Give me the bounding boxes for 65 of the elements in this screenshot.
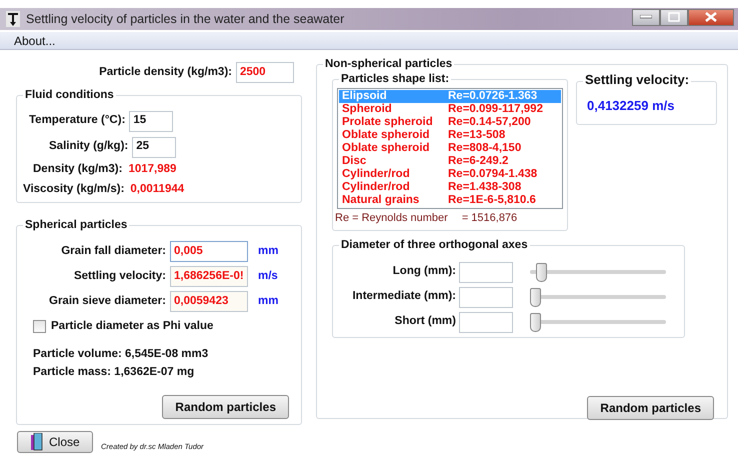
- field-value: 0,0011944: [130, 182, 184, 198]
- maximize-button[interactable]: [660, 8, 688, 26]
- app-icon: [6, 11, 20, 27]
- list-item[interactable]: Cylinder/rod Re=1.438-308: [339, 181, 561, 194]
- close-button[interactable]: Close: [17, 431, 93, 453]
- checkbox-label: Particle diameter as Phi value: [51, 319, 214, 334]
- field-label: Settling velocity:: [72, 268, 166, 284]
- input-field[interactable]: [459, 286, 513, 308]
- unit-label: mm: [258, 294, 278, 309]
- field-label: Short (mm): [394, 314, 456, 330]
- reynolds-value: = 1516,876: [462, 211, 518, 226]
- shape-list[interactable]: [337, 88, 563, 209]
- input-field[interactable]: [459, 312, 513, 332]
- unit-label: m/s: [258, 268, 278, 284]
- unit-label: mm: [258, 244, 278, 259]
- input-field[interactable]: 15: [129, 110, 174, 132]
- slider-thumb[interactable]: [530, 312, 541, 332]
- field-label: Temperature (°C):: [29, 113, 126, 128]
- density-field[interactable]: 2500: [236, 62, 294, 83]
- field-label: Particle density (kg/m3):: [99, 64, 232, 80]
- random-particles-button[interactable]: Random particles: [587, 396, 714, 420]
- list-item[interactable]: Oblate spheroid Re=13-508: [339, 129, 561, 142]
- minimize-button[interactable]: [632, 8, 660, 26]
- group-title: Diameter of three orthogonal axes: [339, 238, 530, 252]
- minimize-icon: [640, 15, 652, 19]
- slider-thumb[interactable]: [536, 262, 548, 282]
- info-text: Particle volume: 6,545E-08 mm3: [33, 347, 210, 362]
- list-item[interactable]: Spheroid Re=0.099-117,992: [339, 103, 561, 116]
- list-item[interactable]: Oblate spheroid Re=808-4,150: [339, 142, 561, 155]
- checkbox[interactable]: [33, 320, 46, 334]
- slider[interactable]: [530, 288, 666, 306]
- field-label: Density (kg/m3):: [33, 162, 122, 178]
- field-label: Viscosity (kg/m/s):: [23, 182, 124, 198]
- window-title: Settling velocity of particles in the water and the seawater: [26, 10, 346, 28]
- maximize-icon: [668, 12, 680, 22]
- field-label: Grain sieve diameter:: [48, 294, 166, 309]
- list-item[interactable]: Elipsoid Re=0.0726-1.363: [339, 90, 561, 103]
- close-button[interactable]: [688, 8, 734, 26]
- info-text: Particle mass: 1,6362E-07 mg: [33, 365, 196, 380]
- slider-thumb[interactable]: [530, 288, 541, 306]
- list-item[interactable]: Cylinder/rod Re=0.0794-1.438: [339, 168, 561, 181]
- group-title: Spherical particles: [23, 218, 130, 232]
- close-icon: [705, 12, 717, 22]
- output-field[interactable]: 0,0059423: [170, 291, 248, 312]
- list-item[interactable]: Prolate spheroid Re=0.14-57,200: [339, 116, 561, 129]
- field-value: 1017,989: [128, 162, 176, 178]
- group-title: Non-spherical particles: [323, 57, 454, 71]
- menu-item[interactable]: About...: [14, 32, 56, 50]
- list-item[interactable]: Natural grains Re=1E-6-5,810.6: [339, 194, 561, 207]
- group-title: Particles shape list:: [339, 72, 452, 86]
- output-field[interactable]: 1,686256E-0!: [170, 266, 248, 287]
- random-particles-button[interactable]: Random particles: [162, 395, 289, 420]
- input-field[interactable]: [459, 262, 513, 282]
- field-label: Grain fall diameter:: [60, 244, 166, 259]
- field-label: Long (mm):: [392, 264, 456, 280]
- input-field[interactable]: 0,005: [170, 241, 248, 262]
- slider[interactable]: [530, 312, 666, 332]
- field-label: Intermediate (mm):: [351, 289, 456, 304]
- input-field[interactable]: 25: [132, 136, 176, 158]
- field-label: Salinity (g/kg):: [49, 139, 128, 154]
- legend-text: Re = Reynolds number: [335, 211, 448, 226]
- velocity-value: 0,4132259 m/s: [587, 98, 674, 113]
- list-item[interactable]: Disc Re=6-249.2: [339, 155, 561, 168]
- slider[interactable]: [530, 262, 666, 282]
- group-title: Settling velocity:: [583, 73, 692, 87]
